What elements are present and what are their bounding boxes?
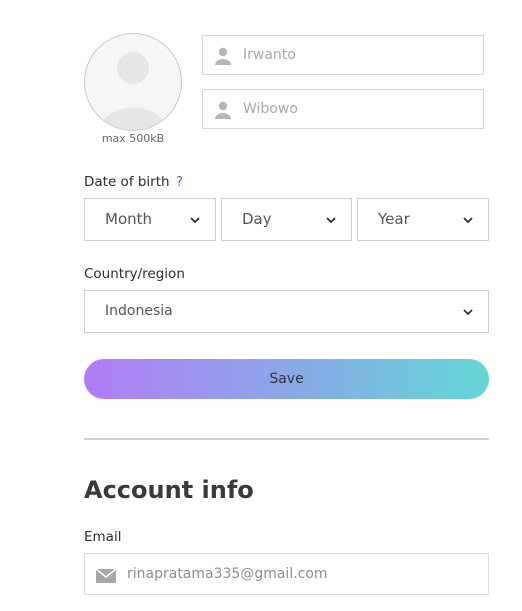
chevron-down-icon <box>326 217 336 224</box>
first-name-placeholder: Irwanto <box>243 47 296 63</box>
first-name-field[interactable]: Irwanto <box>202 35 484 75</box>
chevron-down-icon <box>463 217 473 224</box>
day-select[interactable]: Day <box>221 198 352 241</box>
country-select[interactable]: Indonesia <box>84 290 489 333</box>
chevron-down-icon <box>463 309 473 316</box>
dob-label-text: Date of birth <box>84 174 170 190</box>
email-label: Email <box>84 529 122 545</box>
email-field[interactable]: rinapratama335@gmail.com <box>84 553 489 595</box>
avatar-upload[interactable] <box>84 33 182 131</box>
section-divider <box>84 438 489 440</box>
person-icon <box>215 47 231 65</box>
year-select[interactable]: Year <box>357 198 489 241</box>
mail-icon <box>96 569 116 583</box>
account-info-title: Account info <box>84 476 254 504</box>
avatar-placeholder-icon <box>101 52 165 130</box>
chevron-down-icon <box>190 217 200 224</box>
avatar-size-hint: max 500kB <box>101 132 165 145</box>
year-select-value: Year <box>378 210 410 228</box>
last-name-field[interactable]: Wibowo <box>202 89 484 129</box>
save-button[interactable]: Save <box>84 359 489 399</box>
dob-label: Date of birth ? <box>84 174 183 190</box>
day-select-value: Day <box>242 210 272 228</box>
person-icon <box>215 101 231 119</box>
last-name-placeholder: Wibowo <box>243 101 298 117</box>
month-select-value: Month <box>105 210 153 228</box>
country-label: Country/region <box>84 266 185 282</box>
email-value: rinapratama335@gmail.com <box>127 566 328 582</box>
country-select-value: Indonesia <box>105 303 173 319</box>
month-select[interactable]: Month <box>84 198 216 241</box>
dob-help-icon[interactable]: ? <box>176 174 183 190</box>
